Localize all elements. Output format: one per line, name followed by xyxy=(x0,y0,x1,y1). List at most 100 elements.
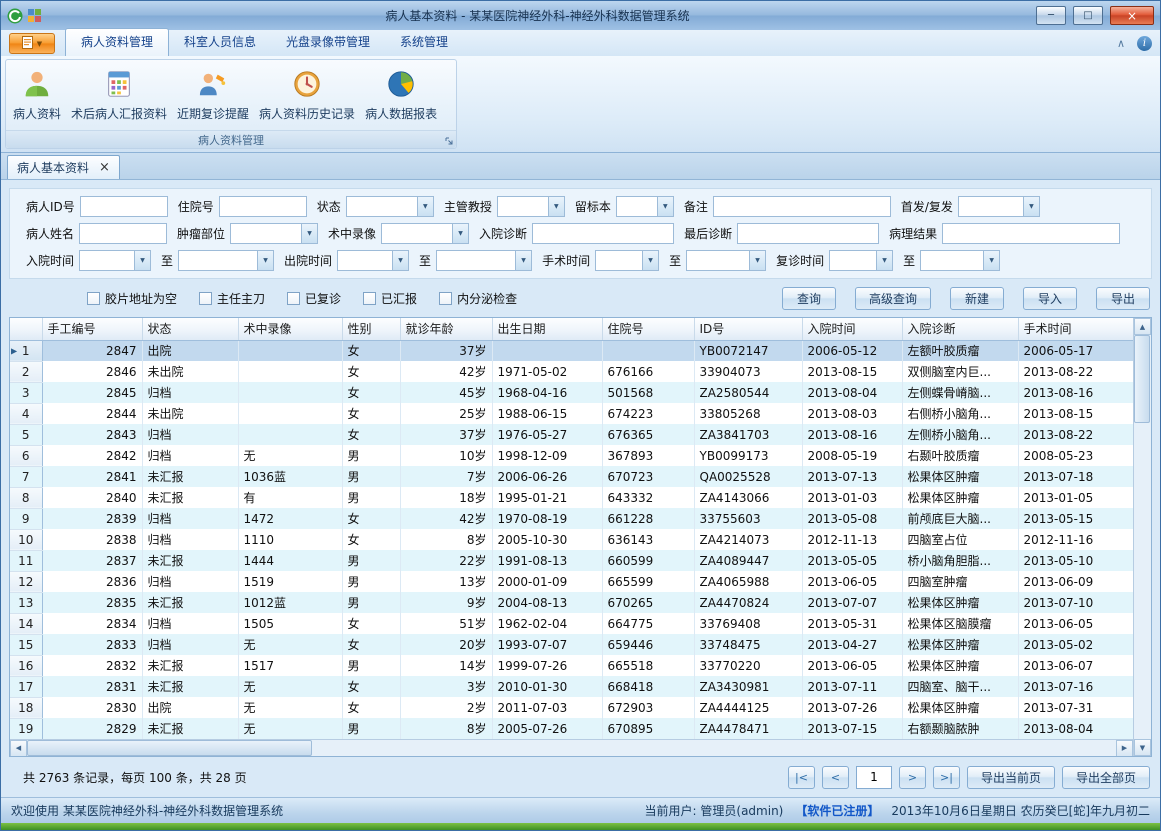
row-header[interactable]: 18 xyxy=(10,697,42,718)
filter-combo[interactable]: ▼ xyxy=(958,196,1040,217)
row-header[interactable]: 7 xyxy=(10,466,42,487)
column-header[interactable] xyxy=(10,318,42,340)
filter-combo[interactable]: ▼ xyxy=(178,250,274,271)
ribbon-tab-2[interactable]: 科室人员信息 xyxy=(169,29,271,56)
ribbon-button-1[interactable]: 病人资料 xyxy=(8,63,66,130)
vertical-scrollbar[interactable]: ▲ ▼ xyxy=(1133,318,1151,756)
filter-combo[interactable]: ▼ xyxy=(337,250,409,271)
last-page-button[interactable]: >| xyxy=(933,766,960,789)
filter-combo[interactable]: ▼ xyxy=(381,223,469,244)
filter-combo[interactable]: ▼ xyxy=(79,250,151,271)
scroll-right-icon[interactable]: ▶ xyxy=(1116,740,1133,757)
vscroll-thumb[interactable] xyxy=(1134,335,1150,423)
table-row[interactable]: 182830出院无女2岁2011-07-03672903ZA4444125201… xyxy=(10,697,1133,718)
column-header[interactable]: 入院时间 xyxy=(802,318,902,340)
column-header[interactable]: 性别 xyxy=(342,318,400,340)
row-header[interactable]: 2 xyxy=(10,361,42,382)
table-row[interactable]: 132835未汇报1012蓝男9岁2004-08-13670265ZA44708… xyxy=(10,592,1133,613)
table-row[interactable]: 92839归档1472女42岁1970-08-19661228337556032… xyxy=(10,508,1133,529)
table-row[interactable]: 112837未汇报1444男22岁1991-08-13660599ZA40894… xyxy=(10,550,1133,571)
import-button[interactable]: 导入 xyxy=(1023,287,1077,310)
row-header[interactable]: 9 xyxy=(10,508,42,529)
filter-input[interactable] xyxy=(79,223,167,244)
column-header[interactable]: 出生日期 xyxy=(492,318,602,340)
hscroll-thumb[interactable] xyxy=(27,740,312,756)
row-header[interactable]: 10 xyxy=(10,529,42,550)
row-header[interactable]: 15 xyxy=(10,634,42,655)
row-header[interactable]: 13 xyxy=(10,592,42,613)
filter-combo[interactable]: ▼ xyxy=(829,250,893,271)
checkbox-2[interactable]: 主任主刀 xyxy=(199,290,265,307)
checkbox-5[interactable]: 内分泌检查 xyxy=(439,290,517,307)
minimize-button[interactable]: ─ xyxy=(1036,6,1066,25)
table-row[interactable]: 82840未汇报有男18岁1995-01-21643332ZA414306620… xyxy=(10,487,1133,508)
table-row[interactable]: 172831未汇报无女3岁2010-01-30668418ZA343098120… xyxy=(10,676,1133,697)
hscroll-track[interactable] xyxy=(27,740,1116,757)
column-header[interactable]: 状态 xyxy=(142,318,238,340)
table-row[interactable]: 192829未汇报无男8岁2005-07-26670895ZA447847120… xyxy=(10,718,1133,739)
checkbox-1[interactable]: 胶片地址为空 xyxy=(87,290,177,307)
ribbon-tab-4[interactable]: 系统管理 xyxy=(385,29,463,56)
table-row[interactable]: 152833归档无女20岁1993-07-0765944633748475201… xyxy=(10,634,1133,655)
export-current-page-button[interactable]: 导出当前页 xyxy=(967,766,1055,789)
filter-combo[interactable]: ▼ xyxy=(595,250,659,271)
tab-close-icon[interactable]: × xyxy=(99,160,110,175)
table-row[interactable]: 62842归档无男10岁1998-12-09367893YB0099173200… xyxy=(10,445,1133,466)
ribbon-button-2[interactable]: 术后病人汇报资料 xyxy=(66,63,172,130)
row-header[interactable]: 5 xyxy=(10,424,42,445)
advanced-query-button[interactable]: 高级查询 xyxy=(855,287,931,310)
ribbon-button-4[interactable]: 病人资料历史记录 xyxy=(254,63,360,130)
row-header[interactable]: 14 xyxy=(10,613,42,634)
ribbon-tab-1[interactable]: 病人资料管理 xyxy=(65,28,169,56)
quick-access-icon[interactable] xyxy=(28,9,41,22)
table-row[interactable]: 122836归档1519男13岁2000-01-09665599ZA406598… xyxy=(10,571,1133,592)
filter-combo[interactable]: ▼ xyxy=(920,250,1000,271)
filter-combo[interactable]: ▼ xyxy=(230,223,318,244)
tab-patient-basic-info[interactable]: 病人基本资料 × xyxy=(7,155,120,179)
row-header[interactable]: 6 xyxy=(10,445,42,466)
ribbon-button-3[interactable]: 近期复诊提醒 xyxy=(172,63,254,130)
ribbon-tab-3[interactable]: 光盘录像带管理 xyxy=(271,29,385,56)
row-header[interactable]: 19 xyxy=(10,718,42,739)
column-header[interactable]: 住院号 xyxy=(602,318,694,340)
scroll-up-icon[interactable]: ▲ xyxy=(1134,318,1151,335)
row-header[interactable]: 4 xyxy=(10,403,42,424)
filter-combo[interactable]: ▼ xyxy=(616,196,674,217)
ribbon-button-5[interactable]: 病人数据报表 xyxy=(360,63,442,130)
table-row[interactable]: 162832未汇报1517男14岁1999-07-266655183377022… xyxy=(10,655,1133,676)
row-header[interactable]: ▶1 xyxy=(10,340,42,361)
ribbon-collapse-icon[interactable]: ∧ xyxy=(1117,37,1125,50)
filter-input[interactable] xyxy=(713,196,891,217)
first-page-button[interactable]: |< xyxy=(788,766,815,789)
row-header[interactable]: 3 xyxy=(10,382,42,403)
vscroll-track[interactable] xyxy=(1134,335,1151,739)
prev-page-button[interactable]: < xyxy=(822,766,849,789)
table-row[interactable]: 32845归档女45岁1968-04-16501568ZA25805442013… xyxy=(10,382,1133,403)
table-row[interactable]: 72841未汇报1036蓝男7岁2006-06-26670723QA002552… xyxy=(10,466,1133,487)
query-button[interactable]: 查询 xyxy=(782,287,836,310)
column-header[interactable]: ID号 xyxy=(694,318,802,340)
filter-combo[interactable]: ▼ xyxy=(436,250,532,271)
export-button[interactable]: 导出 xyxy=(1096,287,1150,310)
filter-combo[interactable]: ▼ xyxy=(686,250,766,271)
table-row[interactable]: 102838归档1110女8岁2005-10-30636143ZA4214073… xyxy=(10,529,1133,550)
column-header[interactable]: 手术时间 xyxy=(1018,318,1133,340)
new-button[interactable]: 新建 xyxy=(950,287,1004,310)
table-row[interactable]: 142834归档1505女51岁1962-02-0466477533769408… xyxy=(10,613,1133,634)
filter-input[interactable] xyxy=(532,223,674,244)
column-header[interactable]: 术中录像 xyxy=(238,318,342,340)
column-header[interactable]: 手工编号 xyxy=(42,318,142,340)
table-row[interactable]: 42844未出院女25岁1988-06-15674223338052682013… xyxy=(10,403,1133,424)
row-header[interactable]: 11 xyxy=(10,550,42,571)
row-header[interactable]: 12 xyxy=(10,571,42,592)
scroll-left-icon[interactable]: ◀ xyxy=(10,740,27,757)
filter-combo[interactable]: ▼ xyxy=(497,196,565,217)
scroll-down-icon[interactable]: ▼ xyxy=(1134,739,1151,756)
info-icon[interactable]: i xyxy=(1137,36,1152,51)
filter-input[interactable] xyxy=(737,223,879,244)
table-row[interactable]: 22846未出院女42岁1971-05-02676166339040732013… xyxy=(10,361,1133,382)
maximize-button[interactable]: □ xyxy=(1073,6,1103,25)
dialog-launcher-icon[interactable] xyxy=(445,137,454,146)
column-header[interactable]: 入院诊断 xyxy=(902,318,1018,340)
row-header[interactable]: 17 xyxy=(10,676,42,697)
